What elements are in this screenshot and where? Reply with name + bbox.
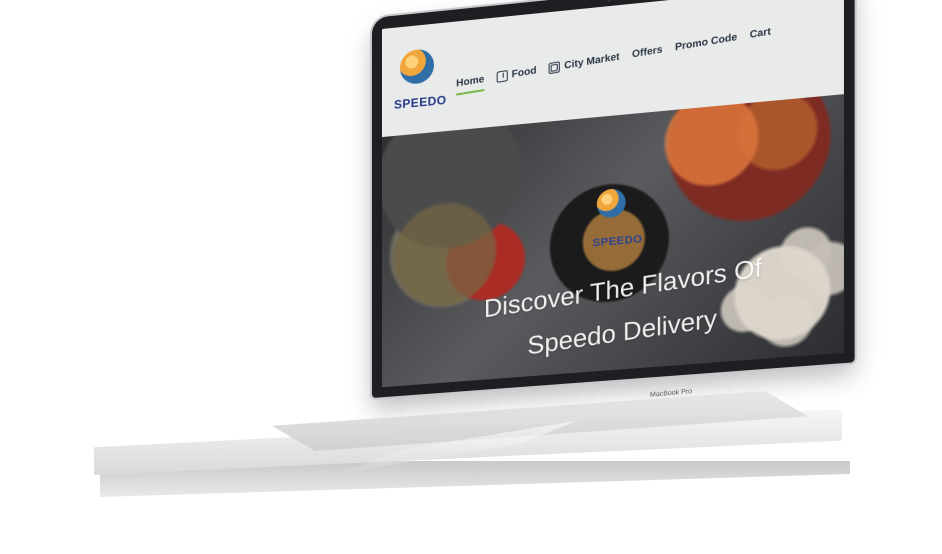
nav-offers[interactable]: Offers: [632, 44, 663, 66]
laptop-base: MacBook Pro: [94, 383, 850, 511]
camera-icon: [607, 0, 612, 3]
nav-cart[interactable]: Cart: [750, 26, 771, 47]
market-icon: [548, 60, 561, 74]
delivery-mascot-icon: [399, 47, 435, 86]
nav-food[interactable]: Food: [496, 64, 537, 89]
laptop-screen-wrapper: SPEEDO Home Food City Market Offers Prom…: [372, 0, 855, 399]
hero-logo-text: SPEEDO: [592, 233, 643, 250]
nav-promo-code-label: Promo Code: [675, 31, 738, 53]
logo-text: SPEEDO: [393, 92, 447, 112]
hero-mascot-icon: [596, 187, 626, 219]
nav-cart-label: Cart: [749, 25, 771, 41]
mockup-stage: SPEEDO Home Food City Market Offers Prom…: [0, 0, 942, 554]
laptop-lid: SPEEDO Home Food City Market Offers Prom…: [372, 0, 855, 399]
hero-banner: SPEEDO Discover The Flavors Of Speedo De…: [381, 94, 844, 388]
hero-logo: SPEEDO: [593, 187, 642, 250]
hero-headline: Discover The Flavors Of Speedo Delivery: [458, 242, 789, 377]
site-logo[interactable]: SPEEDO: [394, 47, 447, 112]
food-icon: [496, 69, 508, 83]
nav-city-market[interactable]: City Market: [548, 50, 620, 80]
nav-food-label: Food: [511, 64, 537, 80]
website-screen: SPEEDO Home Food City Market Offers Prom…: [381, 0, 844, 388]
nav-city-market-label: City Market: [564, 50, 620, 72]
nav-offers-label: Offers: [632, 43, 663, 60]
nav-promo-code[interactable]: Promo Code: [675, 31, 737, 59]
main-menu: Home Food City Market Offers Promo Code …: [456, 26, 771, 95]
nav-home[interactable]: Home: [456, 73, 484, 95]
nav-home-label: Home: [456, 73, 485, 90]
